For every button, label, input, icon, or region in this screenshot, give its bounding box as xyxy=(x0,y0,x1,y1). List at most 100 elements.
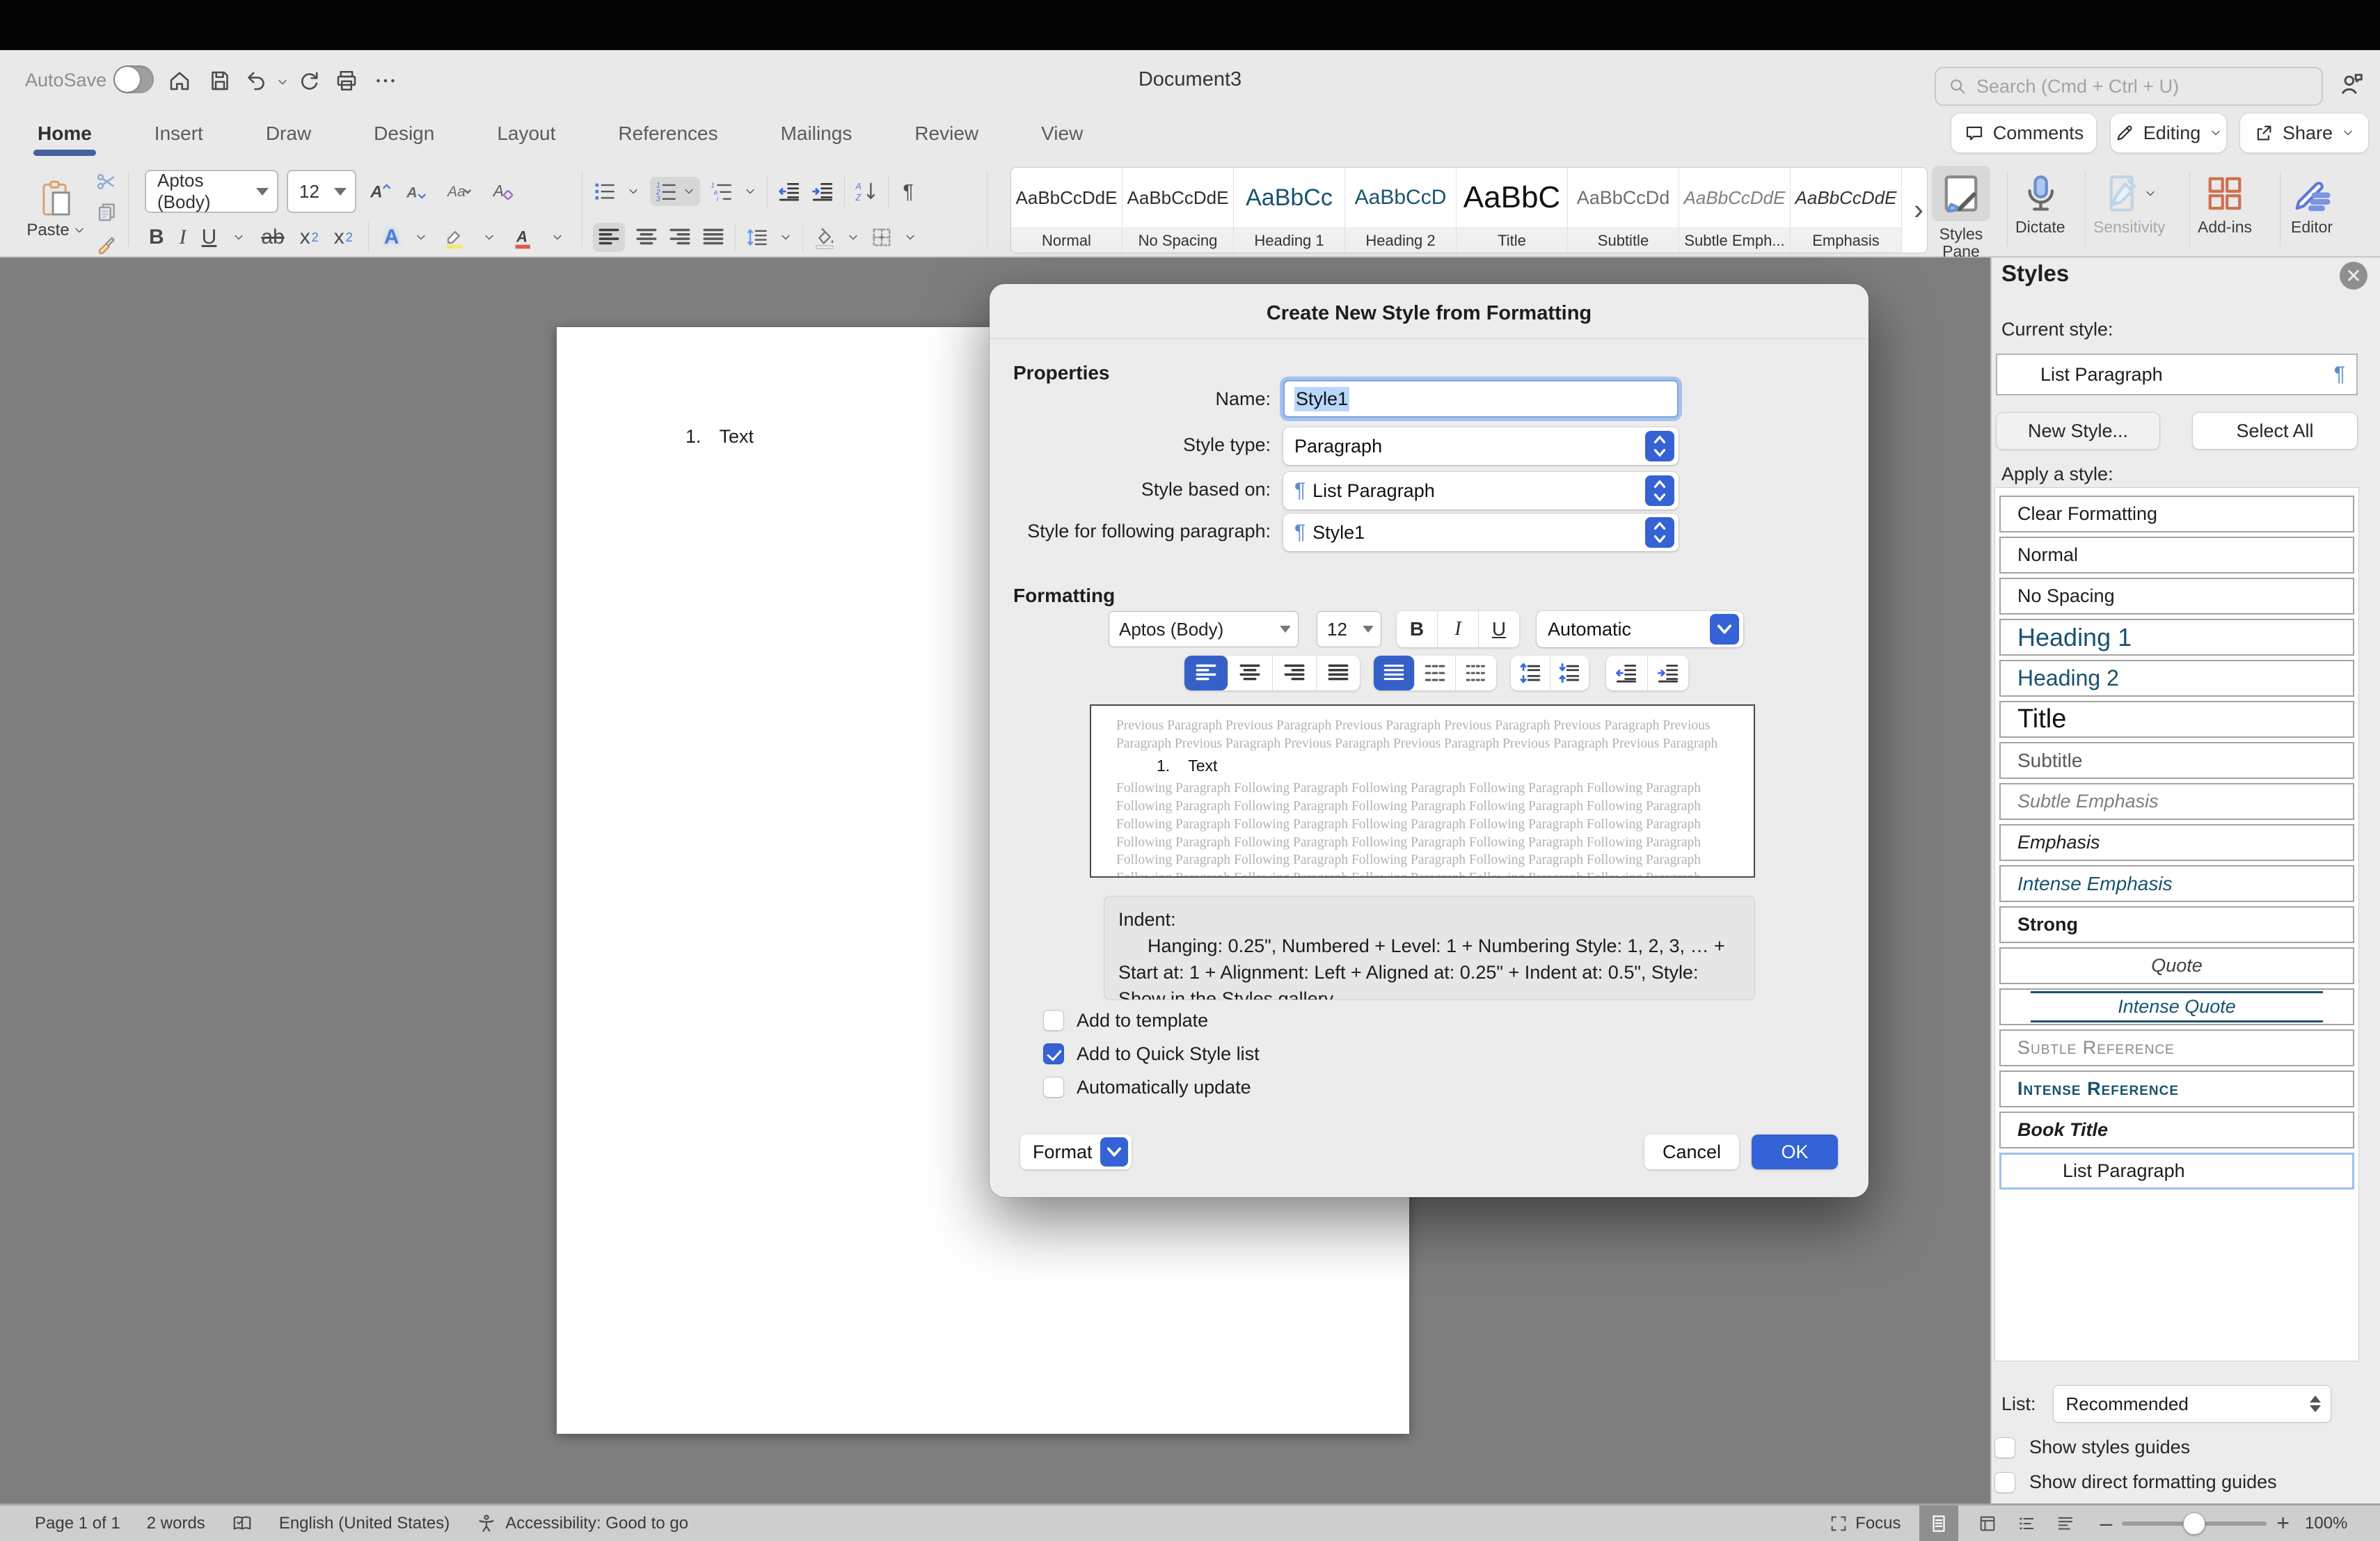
subscript-button[interactable]: x2 xyxy=(300,226,319,249)
seg-align-left[interactable] xyxy=(1184,656,1228,690)
tab-view[interactable]: View xyxy=(1031,123,1093,145)
tab-mailings[interactable]: Mailings xyxy=(771,123,862,145)
bold-button[interactable]: B xyxy=(149,226,164,249)
sensitivity-button[interactable]: Sensitivity xyxy=(2093,173,2166,236)
align-left-button-active[interactable] xyxy=(593,223,625,252)
outline-view-icon[interactable] xyxy=(2017,1514,2036,1533)
seg-spacing-1-5[interactable] xyxy=(1415,656,1456,690)
dialog-font-combo[interactable]: Aptos (Body) xyxy=(1109,611,1299,647)
style-item-intense-ref[interactable]: Intense Reference xyxy=(1999,1070,2354,1107)
editing-mode-button[interactable]: Editing xyxy=(2110,113,2227,153)
clear-formatting-icon[interactable]: A xyxy=(491,180,515,203)
gallery-scroll-right-icon[interactable]: › xyxy=(1908,192,1929,227)
font-name-combo[interactable]: Aptos (Body) xyxy=(145,170,278,213)
grow-font-icon[interactable]: A xyxy=(367,180,391,203)
tab-insert[interactable]: Insert xyxy=(145,123,213,145)
style-item-emphasis[interactable]: Emphasis xyxy=(1999,824,2354,861)
style-item-intense-quote[interactable]: Intense Quote xyxy=(1999,988,2354,1025)
show-direct-formatting-checkbox[interactable] xyxy=(1994,1472,2015,1493)
zoom-slider-thumb[interactable] xyxy=(2183,1512,2205,1535)
seg-space-before[interactable] xyxy=(1511,656,1550,690)
style-item-clear[interactable]: Clear Formatting xyxy=(1999,496,2354,532)
tab-design[interactable]: Design xyxy=(364,123,444,145)
based-on-popup[interactable]: ¶List Paragraph xyxy=(1283,472,1679,509)
gallery-style-heading-2[interactable]: AaBbCcDHeading 2 xyxy=(1345,168,1457,253)
align-right-icon[interactable] xyxy=(668,226,692,249)
dialog-check-automatically-update[interactable]: Automatically update xyxy=(1043,1076,1260,1098)
undo-chevron-icon[interactable] xyxy=(276,75,289,89)
style-item-subtle-emphasis[interactable]: Subtle Emphasis xyxy=(1999,783,2354,820)
proofing-icon[interactable] xyxy=(232,1513,253,1534)
dialog-bold-button[interactable]: B xyxy=(1397,611,1438,647)
tab-layout[interactable]: Layout xyxy=(487,123,565,145)
ok-button[interactable]: OK xyxy=(1752,1135,1838,1169)
style-item-quote[interactable]: Quote xyxy=(1999,947,2354,984)
style-item-nospacing[interactable]: No Spacing xyxy=(1999,578,2354,615)
undo-icon[interactable] xyxy=(244,68,269,93)
font-color-button[interactable]: A xyxy=(511,226,535,249)
numbering-button-active[interactable]: 123 xyxy=(650,177,700,206)
show-styles-guides-row[interactable]: Show styles guides xyxy=(1994,1437,2190,1458)
draft-view-icon[interactable] xyxy=(2056,1514,2075,1533)
shading-icon[interactable] xyxy=(813,226,836,249)
focus-button[interactable]: Focus xyxy=(1829,1514,1901,1533)
zoom-in-button[interactable]: + xyxy=(2276,1510,2290,1536)
show-styles-guides-checkbox[interactable] xyxy=(1994,1437,2015,1458)
align-justify-icon[interactable] xyxy=(701,226,725,249)
save-icon[interactable] xyxy=(207,68,232,93)
strikethrough-button[interactable]: ab xyxy=(261,226,284,249)
seg-align-center[interactable] xyxy=(1228,656,1272,690)
word-count[interactable]: 2 words xyxy=(147,1514,205,1533)
tab-references[interactable]: References xyxy=(608,123,727,145)
seg-space-after[interactable] xyxy=(1550,656,1589,690)
borders-icon[interactable] xyxy=(870,226,894,249)
dialog-italic-button[interactable]: I xyxy=(1438,611,1479,647)
decrease-indent-icon[interactable] xyxy=(777,180,801,203)
style-item-subtitle[interactable]: Subtitle xyxy=(1999,742,2354,779)
following-popup[interactable]: ¶Style1 xyxy=(1283,514,1679,551)
editor-button[interactable]: Editor xyxy=(2291,173,2333,236)
addins-button[interactable]: Add-ins xyxy=(2198,173,2252,236)
paste-button[interactable]: Paste xyxy=(18,167,95,252)
shrink-font-icon[interactable]: A xyxy=(404,180,427,203)
autosave-toggle[interactable] xyxy=(113,65,154,93)
search-box[interactable] xyxy=(1935,67,2323,106)
styles-pane-button[interactable]: StylesPane xyxy=(1932,166,1990,261)
print-layout-view-button[interactable] xyxy=(1919,1506,1958,1541)
accessibility-status[interactable]: Accessibility: Good to go xyxy=(505,1514,688,1533)
share-button[interactable]: Share xyxy=(2239,113,2369,153)
gallery-style-subtle-emph-[interactable]: AaBbCcDdESubtle Emph... xyxy=(1679,168,1791,253)
gallery-style-heading-1[interactable]: AaBbCcHeading 1 xyxy=(1234,168,1345,253)
style-item-title[interactable]: Title xyxy=(1999,701,2354,738)
dialog-color-popup[interactable]: Automatic xyxy=(1537,611,1743,647)
underline-chevron-icon[interactable] xyxy=(232,230,246,244)
font-size-combo[interactable]: 12 xyxy=(287,170,356,213)
select-all-button[interactable]: Select All xyxy=(2192,412,2358,450)
seg-increase-indent[interactable] xyxy=(1648,656,1689,690)
gallery-style-normal[interactable]: AaBbCcDdENormal xyxy=(1011,168,1122,253)
feedback-icon[interactable] xyxy=(2338,70,2366,97)
multilevel-list-icon[interactable]: 1ai xyxy=(710,180,733,203)
style-item-intense-emphasis[interactable]: Intense Emphasis xyxy=(1999,865,2354,902)
list-filter-select[interactable]: Recommended xyxy=(2053,1385,2331,1423)
style-item-list-paragraph[interactable]: List Paragraph xyxy=(1999,1153,2354,1190)
increase-indent-icon[interactable] xyxy=(811,180,834,203)
gallery-style-title[interactable]: AaBbCTitle xyxy=(1457,168,1568,253)
seg-decrease-indent[interactable] xyxy=(1606,656,1648,690)
style-item-h1[interactable]: Heading 1 xyxy=(1999,619,2354,656)
checkbox-checked[interactable] xyxy=(1043,1043,1064,1064)
format-menu-button[interactable]: Format xyxy=(1020,1135,1132,1169)
zoom-out-button[interactable]: – xyxy=(2100,1510,2113,1536)
dialog-underline-button[interactable]: U xyxy=(1479,611,1519,647)
dialog-check-add-to-template[interactable]: Add to template xyxy=(1043,1009,1260,1032)
tab-home[interactable]: Home xyxy=(28,123,102,145)
copy-icon[interactable] xyxy=(95,200,118,224)
bullets-icon[interactable] xyxy=(593,180,617,203)
web-layout-icon[interactable] xyxy=(1978,1514,1997,1533)
gallery-style-emphasis[interactable]: AaBbCcDdEEmphasis xyxy=(1791,168,1902,253)
checkbox-unchecked[interactable] xyxy=(1043,1010,1064,1031)
checkbox-unchecked[interactable] xyxy=(1043,1077,1064,1098)
gallery-style-no-spacing[interactable]: AaBbCcDdENo Spacing xyxy=(1122,168,1234,253)
style-name-input[interactable]: Style1 xyxy=(1283,380,1679,418)
align-center-icon[interactable] xyxy=(635,226,658,249)
